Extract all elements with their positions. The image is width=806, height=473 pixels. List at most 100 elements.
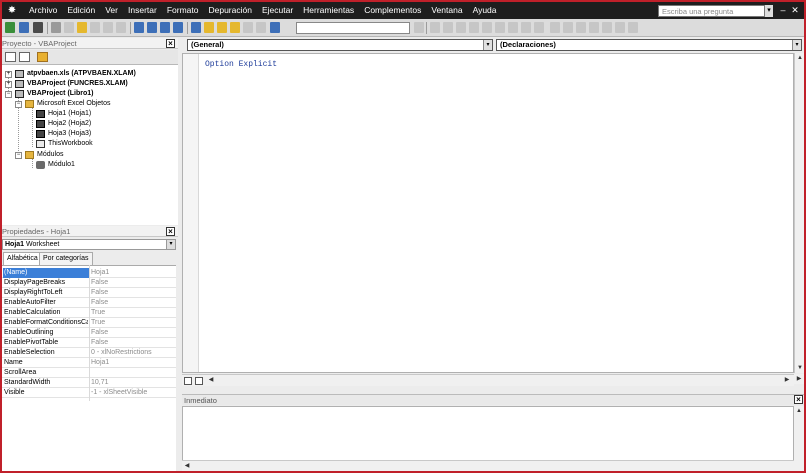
- collapse-icon[interactable]: −: [5, 90, 12, 98]
- save-icon[interactable]: [33, 22, 43, 33]
- tree-node-atpvbaen[interactable]: + atpvbaen.xls (ATPVBAEN.XLAM): [5, 69, 136, 79]
- tree-node-hoja3[interactable]: Hoja3 (Hoja3): [36, 129, 91, 139]
- undo-icon[interactable]: [103, 22, 113, 33]
- toolbar-icon[interactable]: [589, 22, 599, 33]
- toolbar-icon[interactable]: [576, 22, 586, 33]
- margin-indicator-bar[interactable]: [183, 54, 199, 372]
- tree-node-thisworkbook[interactable]: ThisWorkbook: [36, 139, 93, 149]
- break-icon[interactable]: [147, 22, 157, 33]
- redo-icon[interactable]: [116, 22, 126, 33]
- menu-herramientas[interactable]: Herramientas: [298, 2, 359, 19]
- property-value[interactable]: False: [91, 298, 108, 308]
- menu-ayuda[interactable]: Ayuda: [468, 2, 502, 19]
- expand-icon[interactable]: +: [5, 70, 12, 78]
- help-icon[interactable]: [270, 22, 280, 33]
- scroll-right-icon[interactable]: ▶: [782, 375, 792, 385]
- object-browser-icon[interactable]: [217, 22, 227, 33]
- menu-complementos[interactable]: Complementos: [359, 2, 426, 19]
- chevron-down-icon[interactable]: ▾: [483, 40, 492, 50]
- toolbar-icon[interactable]: [563, 22, 573, 33]
- property-value[interactable]: False: [91, 338, 108, 348]
- toggle-bookmark-icon[interactable]: [495, 22, 505, 33]
- view-code-icon[interactable]: [5, 52, 16, 62]
- scroll-left-icon[interactable]: ◀: [182, 461, 192, 471]
- property-value[interactable]: 10,71: [91, 378, 109, 388]
- tree-node-modulo1[interactable]: Módulo1: [36, 160, 75, 170]
- tree-node-libro1[interactable]: − VBAProject (Libro1): [5, 89, 94, 99]
- toolbar-icon[interactable]: [414, 22, 424, 33]
- collapse-icon[interactable]: −: [15, 151, 22, 159]
- object-selector[interactable]: Hoja1 Worksheet ▾: [2, 239, 176, 250]
- toolbar-icon[interactable]: [615, 22, 625, 33]
- close-project-panel-icon[interactable]: ×: [166, 39, 175, 48]
- help-dropdown-icon[interactable]: ▾: [765, 5, 773, 17]
- scroll-down-icon[interactable]: ▼: [795, 363, 804, 373]
- copy-icon[interactable]: [64, 22, 74, 33]
- toolbar-icon[interactable]: [550, 22, 560, 33]
- cut-icon[interactable]: [51, 22, 61, 33]
- scroll-left-icon[interactable]: ◀: [206, 375, 216, 385]
- previous-bookmark-icon[interactable]: [521, 22, 531, 33]
- property-value[interactable]: False: [91, 278, 108, 288]
- view-object-icon[interactable]: [19, 52, 30, 62]
- property-value[interactable]: True: [91, 318, 105, 328]
- code-horizontal-scrollbar[interactable]: ◀ ▶: [182, 374, 794, 386]
- code-editor[interactable]: Option Explicit: [182, 53, 794, 373]
- next-bookmark-icon[interactable]: [508, 22, 518, 33]
- indent-icon[interactable]: [430, 22, 440, 33]
- vba-app-icon[interactable]: ✸: [6, 5, 18, 17]
- procedure-combo[interactable]: (Declaraciones) ▾: [496, 39, 802, 51]
- property-value[interactable]: 0 - xlNoRestrictions: [91, 348, 152, 358]
- close-immediate-panel-icon[interactable]: ×: [794, 395, 803, 404]
- find-icon[interactable]: [90, 22, 100, 33]
- menu-formato[interactable]: Formato: [162, 2, 204, 19]
- property-value[interactable]: Hoja1: [91, 358, 109, 368]
- toolbar-icon[interactable]: [602, 22, 612, 33]
- toolbar-icon[interactable]: [628, 22, 638, 33]
- menu-depuracion[interactable]: Depuración: [203, 2, 256, 19]
- property-value[interactable]: False: [91, 288, 108, 298]
- toolbar-icon[interactable]: [243, 22, 253, 33]
- project-explorer-icon[interactable]: [191, 22, 201, 33]
- menu-edicion[interactable]: Edición: [62, 2, 100, 19]
- toolbar-icon[interactable]: [256, 22, 266, 33]
- immediate-horizontal-scrollbar[interactable]: ◀: [182, 460, 794, 471]
- clear-bookmarks-icon[interactable]: [534, 22, 544, 33]
- outdent-icon[interactable]: [443, 22, 453, 33]
- scroll-up-icon[interactable]: ▲: [794, 406, 804, 416]
- toggle-folders-icon[interactable]: [37, 52, 48, 62]
- comment-block-icon[interactable]: [469, 22, 479, 33]
- tree-node-hoja2[interactable]: Hoja2 (Hoja2): [36, 119, 91, 129]
- menu-ejecutar[interactable]: Ejecutar: [257, 2, 298, 19]
- code-line[interactable]: Option Explicit: [205, 60, 277, 69]
- menu-archivo[interactable]: Archivo: [24, 2, 62, 19]
- close-properties-panel-icon[interactable]: ×: [166, 227, 175, 236]
- procedure-view-icon[interactable]: [184, 377, 192, 385]
- property-value[interactable]: True: [91, 308, 105, 318]
- uncomment-block-icon[interactable]: [482, 22, 492, 33]
- collapse-icon[interactable]: −: [15, 100, 22, 108]
- property-value[interactable]: False: [91, 328, 108, 338]
- properties-window-icon[interactable]: [204, 22, 214, 33]
- tree-node-modulos[interactable]: − Módulos: [15, 150, 63, 160]
- property-value[interactable]: -1 - xlSheetVisible: [91, 388, 147, 398]
- tree-node-funcres[interactable]: + VBAProject (FUNCRES.XLAM): [5, 79, 128, 89]
- menu-ventana[interactable]: Ventana: [426, 2, 467, 19]
- tab-alfabetica[interactable]: Alfabética: [3, 252, 42, 265]
- menu-insertar[interactable]: Insertar: [123, 2, 162, 19]
- expand-icon[interactable]: +: [5, 80, 12, 88]
- chevron-down-icon[interactable]: ▾: [166, 240, 175, 249]
- run-icon[interactable]: [134, 22, 144, 33]
- close-icon[interactable]: ✕: [790, 5, 800, 16]
- chevron-down-icon[interactable]: ▾: [792, 40, 801, 50]
- full-module-view-icon[interactable]: [195, 377, 203, 385]
- scroll-up-icon[interactable]: ▲: [795, 53, 804, 63]
- toggle-breakpoint-icon[interactable]: [456, 22, 466, 33]
- object-combo[interactable]: (General) ▾: [187, 39, 493, 51]
- view-excel-icon[interactable]: [5, 22, 15, 33]
- code-vertical-scrollbar[interactable]: ▲ ▼: [794, 53, 804, 373]
- tree-node-hoja1[interactable]: Hoja1 (Hoja1): [36, 109, 91, 119]
- toolbox-icon[interactable]: [230, 22, 240, 33]
- menu-ver[interactable]: Ver: [100, 2, 123, 19]
- insert-module-icon[interactable]: [19, 22, 29, 33]
